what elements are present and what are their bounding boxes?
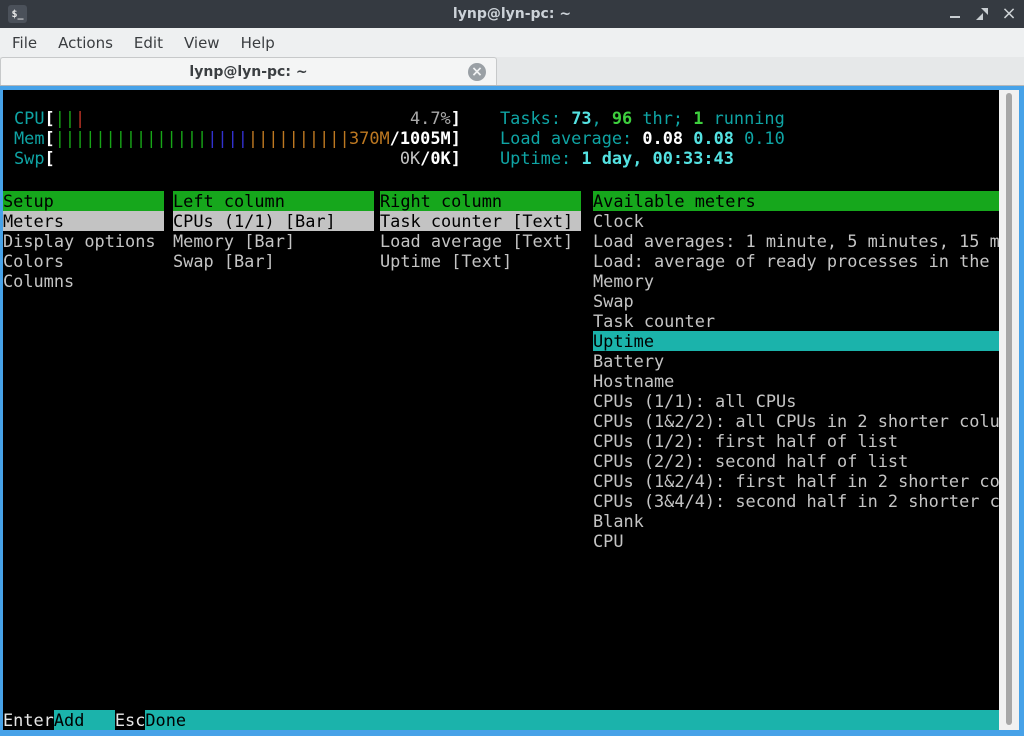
terminal-content: CPU[|||4.7%] Mem[|||||||||||||||||||||||… xyxy=(3,90,999,730)
meter-option-battery[interactable]: Battery xyxy=(593,351,999,371)
setup-item-display-options[interactable]: Display options xyxy=(3,231,164,251)
menu-actions[interactable]: Actions xyxy=(58,34,113,52)
scrollbar[interactable] xyxy=(999,90,1019,730)
titlebar[interactable]: $_ lynp@lyn-pc: ~ xyxy=(0,0,1024,28)
setup-panel: Setup Meters Display options Colors Colu… xyxy=(3,191,164,291)
meter-option-cpus-1-2[interactable]: CPUs (1/2): first half of list xyxy=(593,431,999,451)
mem-label: Mem xyxy=(14,128,45,148)
swap-total: /0K xyxy=(420,148,451,168)
window-title: lynp@lyn-pc: ~ xyxy=(0,6,1024,22)
meter-option-clock[interactable]: Clock xyxy=(593,211,999,231)
meter-option-task-counter[interactable]: Task counter xyxy=(593,311,999,331)
menu-help[interactable]: Help xyxy=(241,34,275,52)
right-column-header: Right column xyxy=(380,191,581,211)
esc-key-hint: Esc xyxy=(115,710,146,730)
setup-item-meters[interactable]: Meters xyxy=(3,211,164,231)
meter-option-cpus-2-2[interactable]: CPUs (2/2): second half of list xyxy=(593,451,999,471)
add-action[interactable]: Add xyxy=(54,710,115,730)
terminal-frame: CPU[|||4.7%] Mem[|||||||||||||||||||||||… xyxy=(0,86,1024,736)
uptime-value: 1 day, 00:33:43 xyxy=(581,148,734,168)
meter-option-hostname[interactable]: Hostname xyxy=(593,371,999,391)
window-controls xyxy=(946,0,1018,28)
function-bar: Enter Add Esc Done xyxy=(3,710,999,730)
meter-option-load-averages[interactable]: Load averages: 1 minute, 5 minutes, 15 m… xyxy=(593,231,999,251)
running-count: 1 xyxy=(693,108,703,128)
swap-used: 0K xyxy=(400,148,420,168)
restore-icon xyxy=(976,8,988,20)
meter-option-swap[interactable]: Swap xyxy=(593,291,999,311)
available-meters-header: Available meters xyxy=(593,191,999,211)
meter-option-cpu[interactable]: CPU xyxy=(593,531,999,551)
meter-option-cpus-12-2[interactable]: CPUs (1&2/2): all CPUs in 2 shorter colu… xyxy=(593,411,999,431)
menu-view[interactable]: View xyxy=(184,34,220,52)
tasks-count: 73 xyxy=(571,108,591,128)
right-item-task-counter[interactable]: Task counter [Text] xyxy=(380,211,581,231)
mem-bars-blue: |||| xyxy=(207,128,248,148)
mem-meter: Mem[|||||||||||||||||||||||||||||370M/10… xyxy=(14,128,461,148)
setup-item-columns[interactable]: Columns xyxy=(3,271,164,291)
right-item-uptime[interactable]: Uptime [Text] xyxy=(380,251,581,271)
cpu-value: 4.7% xyxy=(410,108,451,128)
threads-count: 96 xyxy=(612,108,632,128)
close-button[interactable] xyxy=(1000,5,1018,23)
mem-bars-orange: |||||||||| xyxy=(248,128,350,148)
load-15min: 0.10 xyxy=(744,128,785,148)
left-item-memory[interactable]: Memory [Bar] xyxy=(173,231,374,251)
menu-edit[interactable]: Edit xyxy=(134,34,163,52)
left-item-cpus[interactable]: CPUs (1/1) [Bar] xyxy=(173,211,374,231)
terminal-tab[interactable]: lynp@lyn-pc: ~ xyxy=(0,57,497,85)
meter-option-blank[interactable]: Blank xyxy=(593,511,999,531)
minimize-icon xyxy=(950,16,960,18)
meter-option-cpus-12-4[interactable]: CPUs (1&2/4): first half in 2 shorter co… xyxy=(593,471,999,491)
meter-option-uptime[interactable]: Uptime xyxy=(593,331,999,351)
scrollbar-thumb[interactable] xyxy=(1006,93,1012,725)
cpu-label: CPU xyxy=(14,108,45,128)
tab-close-button[interactable] xyxy=(468,63,486,81)
load-5min: 0.08 xyxy=(693,128,744,148)
cpu-bars-green: || xyxy=(55,108,75,128)
right-column-panel: Right column Task counter [Text] Load av… xyxy=(380,191,581,271)
cpu-meter: CPU[|||4.7%] xyxy=(14,108,461,128)
setup-item-colors[interactable]: Colors xyxy=(3,251,164,271)
meter-option-load[interactable]: Load: average of ready processes in the … xyxy=(593,251,999,271)
mem-total: /1005M xyxy=(390,128,451,148)
mem-used: 370M xyxy=(349,128,390,148)
menu-file[interactable]: File xyxy=(12,34,37,52)
left-column-panel: Left column CPUs (1/1) [Bar] Memory [Bar… xyxy=(173,191,374,271)
uptime-line: Uptime: 1 day, 00:33:43 xyxy=(500,148,734,168)
terminal-icon: $_ xyxy=(8,5,27,23)
done-action[interactable]: Done xyxy=(145,710,186,730)
restore-button[interactable] xyxy=(973,5,991,23)
mem-bars-green: ||||||||||||||| xyxy=(55,128,208,148)
swap-label: Swp xyxy=(14,148,45,168)
tab-bar: lynp@lyn-pc: ~ xyxy=(0,57,1024,86)
menubar: File Actions Edit View Help xyxy=(0,28,1024,57)
minimize-button[interactable] xyxy=(946,5,964,23)
cpu-bars-red: | xyxy=(75,108,85,128)
tab-title: lynp@lyn-pc: ~ xyxy=(189,64,307,80)
meter-option-memory[interactable]: Memory xyxy=(593,271,999,291)
load-1min: 0.08 xyxy=(642,128,693,148)
available-meters-panel: Available meters Clock Load averages: 1 … xyxy=(593,191,999,551)
function-bar-fill xyxy=(186,710,999,730)
swap-meter: Swp[0K/0K] xyxy=(14,148,461,168)
left-column-header: Left column xyxy=(173,191,374,211)
meter-option-cpus-34-4[interactable]: CPUs (3&4/4): second half in 2 shorter c… xyxy=(593,491,999,511)
meter-option-cpus-1-1[interactable]: CPUs (1/1): all CPUs xyxy=(593,391,999,411)
tasks-line: Tasks: 73, 96 thr; 1 running xyxy=(500,108,785,128)
load-average-line: Load average: 0.08 0.08 0.10 xyxy=(500,128,785,148)
right-item-load-average[interactable]: Load average [Text] xyxy=(380,231,581,251)
setup-panel-header: Setup xyxy=(3,191,164,211)
left-item-swap[interactable]: Swap [Bar] xyxy=(173,251,374,271)
terminal-icon-glyph: $_ xyxy=(11,9,23,20)
enter-key-hint: Enter xyxy=(3,710,54,730)
